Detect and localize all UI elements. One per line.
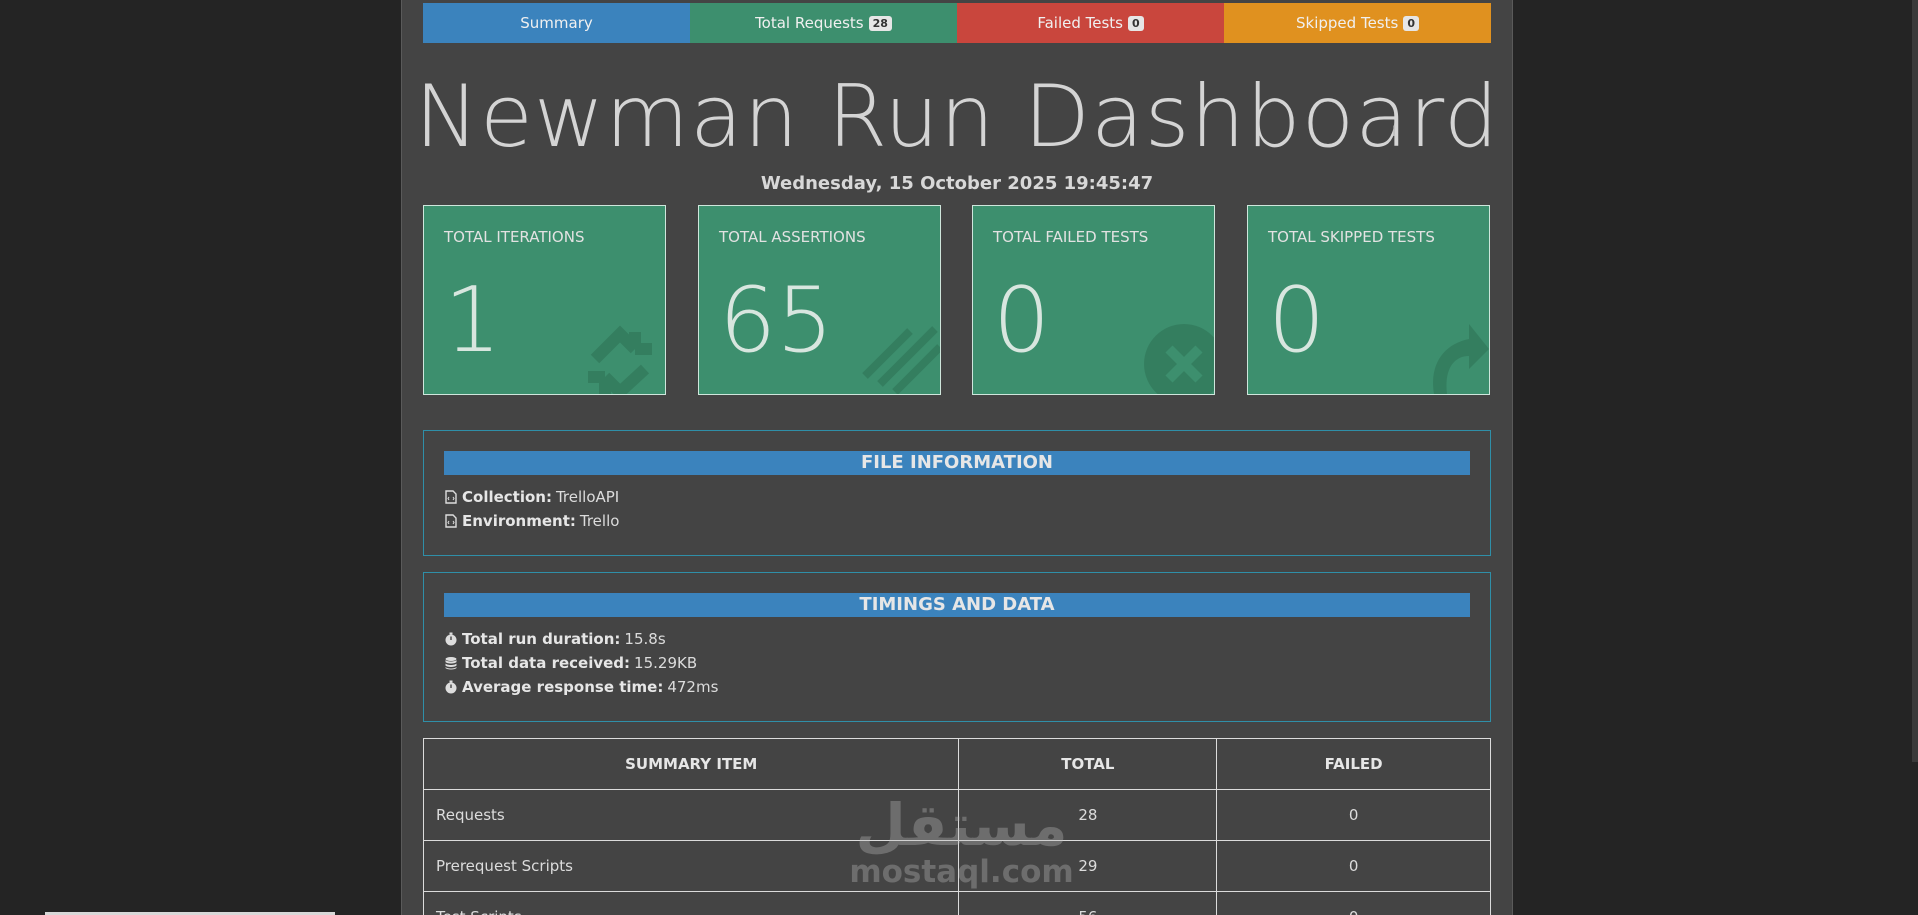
data-received-label: Total data received: — [462, 654, 631, 672]
cell-total: 28 — [958, 789, 1218, 841]
card-label: TOTAL ASSERTIONS — [719, 228, 866, 246]
card-total-iterations: TOTAL ITERATIONS 1 — [423, 205, 666, 395]
cell-total: 56 — [958, 891, 1218, 915]
skipped-tests-badge: 0 — [1403, 15, 1419, 31]
stopwatch-icon — [445, 632, 457, 646]
card-label: TOTAL ITERATIONS — [444, 228, 585, 246]
summary-table: SUMMARY ITEM TOTAL FAILED Requests 28 0 … — [422, 738, 1491, 915]
card-total-assertions: TOTAL ASSERTIONS 65 — [698, 205, 941, 395]
page-title: Newman Run Dashboard — [414, 67, 1500, 167]
tab-skipped-tests[interactable]: Skipped Tests 0 — [1224, 3, 1491, 43]
duration-row: Total run duration: 15.8s — [444, 627, 1470, 651]
cell-failed: 0 — [1216, 789, 1491, 841]
stopwatch-icon — [445, 680, 457, 694]
table-row: Test Scripts 56 0 — [422, 891, 1491, 915]
tab-summary-label: Summary — [520, 14, 593, 32]
response-time-value: 472ms — [667, 678, 719, 696]
cell-failed: 0 — [1216, 891, 1491, 915]
tab-summary[interactable]: Summary — [423, 3, 690, 43]
tab-skipped-tests-label: Skipped Tests — [1296, 14, 1399, 32]
table-row: Prerequest Scripts 29 0 — [422, 840, 1491, 892]
database-icon — [445, 657, 457, 670]
card-total-failed-tests: TOTAL FAILED TESTS 0 — [972, 205, 1215, 395]
list-check-icon — [862, 326, 940, 394]
share-arrow-icon — [1433, 324, 1489, 394]
file-information-panel: FILE INFORMATION Collection: TrelloAPI E… — [423, 430, 1491, 556]
run-date: Wednesday, 15 October 2025 19:45:47 — [760, 173, 1154, 194]
collection-row: Collection: TrelloAPI — [444, 485, 1470, 509]
environment-row: Environment: Trello — [444, 509, 1470, 533]
card-total-skipped-tests: TOTAL SKIPPED TESTS 0 — [1247, 205, 1490, 395]
text-cursor-icon: I — [1392, 124, 1397, 140]
times-circle-icon — [1144, 324, 1214, 394]
data-received-value: 15.29KB — [634, 654, 698, 672]
failed-tests-badge: 0 — [1128, 15, 1144, 31]
column-header-summary-item: SUMMARY ITEM — [422, 738, 960, 790]
card-label: TOTAL SKIPPED TESTS — [1268, 228, 1435, 246]
duration-label: Total run duration: — [462, 630, 621, 648]
file-code-icon — [445, 490, 457, 504]
tab-failed-tests-label: Failed Tests — [1037, 14, 1123, 32]
table-header-row: SUMMARY ITEM TOTAL FAILED — [422, 738, 1491, 790]
card-label: TOTAL FAILED TESTS — [993, 228, 1149, 246]
timings-panel: TIMINGS AND DATA Total run duration: 15.… — [423, 572, 1491, 722]
nav-tabs: Summary Total Requests 28 Failed Tests 0… — [423, 3, 1491, 43]
tab-total-requests[interactable]: Total Requests 28 — [690, 3, 957, 43]
timings-title: TIMINGS AND DATA — [444, 593, 1470, 617]
cell-total: 29 — [958, 840, 1218, 892]
card-value: 65 — [719, 268, 834, 373]
card-value: 0 — [1268, 268, 1326, 373]
total-requests-badge: 28 — [868, 15, 892, 31]
tab-total-requests-label: Total Requests — [755, 14, 864, 32]
column-header-failed: FAILED — [1216, 738, 1491, 790]
collection-value: TrelloAPI — [555, 488, 620, 506]
card-value: 0 — [993, 268, 1051, 373]
cell-item: Requests — [422, 789, 960, 841]
card-value: 1 — [444, 268, 502, 373]
file-information-title: FILE INFORMATION — [444, 451, 1470, 475]
table-row: Requests 28 0 — [422, 789, 1491, 841]
column-header-total: TOTAL — [958, 738, 1218, 790]
cell-failed: 0 — [1216, 840, 1491, 892]
environment-value: Trello — [579, 512, 620, 530]
refresh-icon — [588, 325, 652, 394]
scrollbar[interactable] — [1912, 0, 1918, 762]
response-time-label: Average response time: — [462, 678, 664, 696]
data-received-row: Total data received: 15.29KB — [444, 651, 1470, 675]
tab-failed-tests[interactable]: Failed Tests 0 — [957, 3, 1224, 43]
collection-label: Collection: — [462, 488, 552, 506]
duration-value: 15.8s — [624, 630, 666, 648]
cell-item: Test Scripts — [422, 891, 960, 915]
file-code-icon — [445, 514, 457, 528]
cell-item: Prerequest Scripts — [422, 840, 960, 892]
dashboard-container: Summary Total Requests 28 Failed Tests 0… — [401, 0, 1513, 915]
environment-label: Environment: — [462, 512, 576, 530]
response-time-row: Average response time: 472ms — [444, 675, 1470, 699]
